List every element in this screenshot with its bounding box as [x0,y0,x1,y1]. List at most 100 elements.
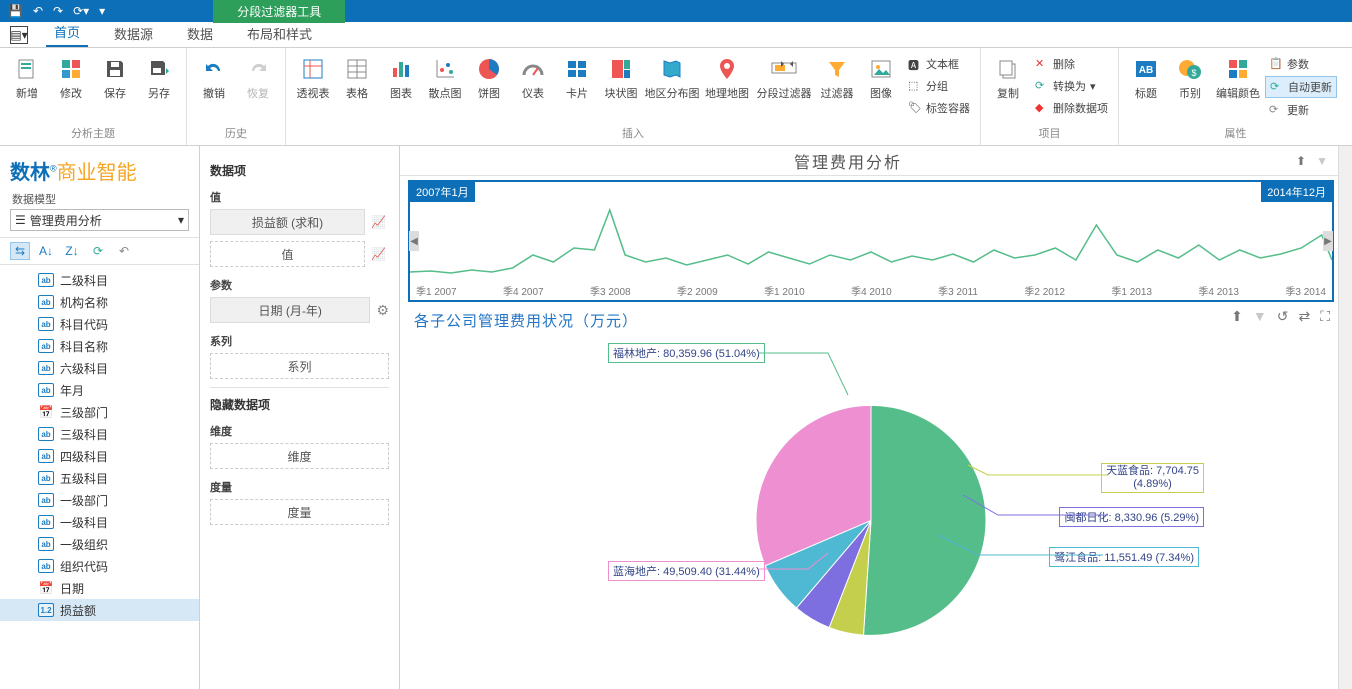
dim-slot-1[interactable]: 维度 [210,443,389,469]
field-label: 机构名称 [60,294,108,311]
field-item[interactable]: ab组织代码 [0,555,199,577]
text-field-icon: ab [38,493,54,507]
field-item[interactable]: ab年月 [0,379,199,401]
refresh-icon[interactable]: ⟳▾ [73,4,89,18]
filter-toggle-icon[interactable]: ▼ [1316,154,1328,168]
redo-icon[interactable]: ↷ [53,4,63,18]
param-button[interactable]: 📋参数 [1265,54,1337,74]
text-field-icon: ab [38,295,54,309]
drill-icon[interactable]: ↺ [1277,308,1289,325]
region-map-button[interactable]: 地区分布图 [644,50,700,125]
field-item[interactable]: ab科目名称 [0,335,199,357]
app-menu-icon[interactable]: ▤▾ [10,26,28,44]
copy-button[interactable]: 复制 [987,50,1029,125]
refresh-tree-icon[interactable]: ⟳ [88,242,108,260]
treemap-icon [608,56,634,82]
slicer-icon [771,56,797,82]
field-item[interactable]: 📅三级部门 [0,401,199,423]
undo-tree-icon[interactable]: ↶ [114,242,134,260]
filter-button[interactable]: 过滤器 [816,50,858,125]
image-button[interactable]: 图像 [860,50,902,125]
field-item[interactable]: ab二级科目 [0,269,199,291]
field-item[interactable]: ab六级科目 [0,357,199,379]
pivot-button[interactable]: 透视表 [292,50,334,125]
tree-view-icon[interactable]: ⇆ [10,242,30,260]
field-tree[interactable]: ab二级科目ab机构名称ab科目代码ab科目名称ab六级科目ab年月📅三级部门a… [0,265,199,689]
sort-desc-icon[interactable]: Z↓ [62,242,82,260]
data-model-select[interactable]: ☰管理费用分析 ▾ [10,209,189,231]
export-icon[interactable]: ⬆ [1296,154,1306,168]
tag-container-button[interactable]: 🏷标签容器 [904,98,974,118]
export-icon[interactable]: ⬆ [1231,308,1243,325]
update-button[interactable]: ⟳更新 [1265,100,1337,120]
field-item[interactable]: 📅日期 [0,577,199,599]
slicer-start-handle[interactable]: 2007年1月 [410,182,475,202]
save-button[interactable]: 保存 [94,50,136,125]
tab-datasource[interactable]: 数据源 [106,20,161,47]
scatter-button[interactable]: 散点图 [424,50,466,125]
card-button[interactable]: 卡片 [556,50,598,125]
canvas-scrollbar[interactable] [1338,146,1352,689]
text-field-icon: ab [38,471,54,485]
edit-color-button[interactable]: 编辑颜色 [1213,50,1263,125]
textbox-button[interactable]: 🅰文本框 [904,54,974,74]
gauge-button[interactable]: 仪表 [512,50,554,125]
slicer-end-handle[interactable]: 2014年12月 [1261,182,1332,202]
field-item[interactable]: ab 机构名称 [0,291,199,313]
slicer-right-arrow[interactable]: ▶ [1323,231,1333,251]
field-item[interactable]: ab一级科目 [0,511,199,533]
chart-icon [388,56,414,82]
title-button[interactable]: AB标题 [1125,50,1167,125]
tab-home[interactable]: 首页 [46,18,88,47]
pie-chart[interactable]: 福林地产: 80,359.96 (51.04%) 天蓝食品: 7,704.75(… [408,335,1334,684]
table-button[interactable]: 表格 [336,50,378,125]
save-icon[interactable]: 💾 [8,4,23,18]
range-slicer[interactable]: 2007年1月 2014年12月 ◀ ▶ 季1 2007季4 2007季3 20… [408,180,1334,302]
geo-map-button[interactable]: 地理地图 [702,50,752,125]
swap-icon[interactable]: ⇄ [1298,308,1310,325]
left-panel: 数林®商业智能 数据模型 ☰管理费用分析 ▾ ⇆ A↓ Z↓ ⟳ ↶ ab二级科… [0,146,200,689]
value-slot-1[interactable]: 损益额 (求和) [210,209,365,235]
line-icon[interactable]: 📈 [371,215,389,229]
currency-button[interactable]: $币别 [1169,50,1211,125]
delete-button[interactable]: ✕删除 [1031,54,1112,74]
redo-button[interactable]: 恢复 [237,50,279,125]
series-slot-1[interactable]: 系列 [210,353,389,379]
field-item[interactable]: ab一级部门 [0,489,199,511]
expand-icon[interactable]: ⛶ [1320,308,1330,325]
gear-icon[interactable]: ⚙ [376,302,389,319]
tab-layout[interactable]: 布局和样式 [239,20,320,47]
value-slot-2[interactable]: 值 [210,241,365,267]
sort-asc-icon[interactable]: A↓ [36,242,56,260]
field-item[interactable]: ab五级科目 [0,467,199,489]
field-item[interactable]: ab一级组织 [0,533,199,555]
callout-fulin: 福林地产: 80,359.96 (51.04%) [608,343,765,363]
param-slot-1[interactable]: 日期 (月-年) [210,297,370,323]
card-icon [564,56,590,82]
pie-slice[interactable] [863,405,986,635]
new-button[interactable]: 新增 [6,50,48,125]
qat-dropdown-icon[interactable]: ▾ [99,4,105,18]
slicer-button[interactable]: 分段过滤器 [754,50,814,125]
del-dataitem-button[interactable]: ◆删除数据项 [1031,98,1112,118]
text-field-icon: ab [38,559,54,573]
measure-slot-1[interactable]: 度量 [210,499,389,525]
line-icon[interactable]: 📈 [371,247,389,261]
saveas-button[interactable]: 另存 [138,50,180,125]
auto-update-button[interactable]: ⟳自动更新 [1265,76,1337,98]
field-item[interactable]: 1.2损益额 [0,599,199,621]
group-button[interactable]: ⬚分组 [904,76,974,96]
field-item[interactable]: ab四级科目 [0,445,199,467]
convert-button[interactable]: ⟳转换为 ▾ [1031,76,1112,96]
filter-icon[interactable]: ▼ [1253,308,1267,325]
pie-button[interactable]: 饼图 [468,50,510,125]
slicer-left-arrow[interactable]: ◀ [409,231,419,251]
tree-button[interactable]: 块状图 [600,50,642,125]
modify-button[interactable]: 修改 [50,50,92,125]
undo-icon[interactable]: ↶ [33,4,43,18]
field-item[interactable]: ab三级科目 [0,423,199,445]
chart-button[interactable]: 图表 [380,50,422,125]
field-item[interactable]: ab科目代码 [0,313,199,335]
tab-data[interactable]: 数据 [179,20,221,47]
undo-button[interactable]: 撤销 [193,50,235,125]
